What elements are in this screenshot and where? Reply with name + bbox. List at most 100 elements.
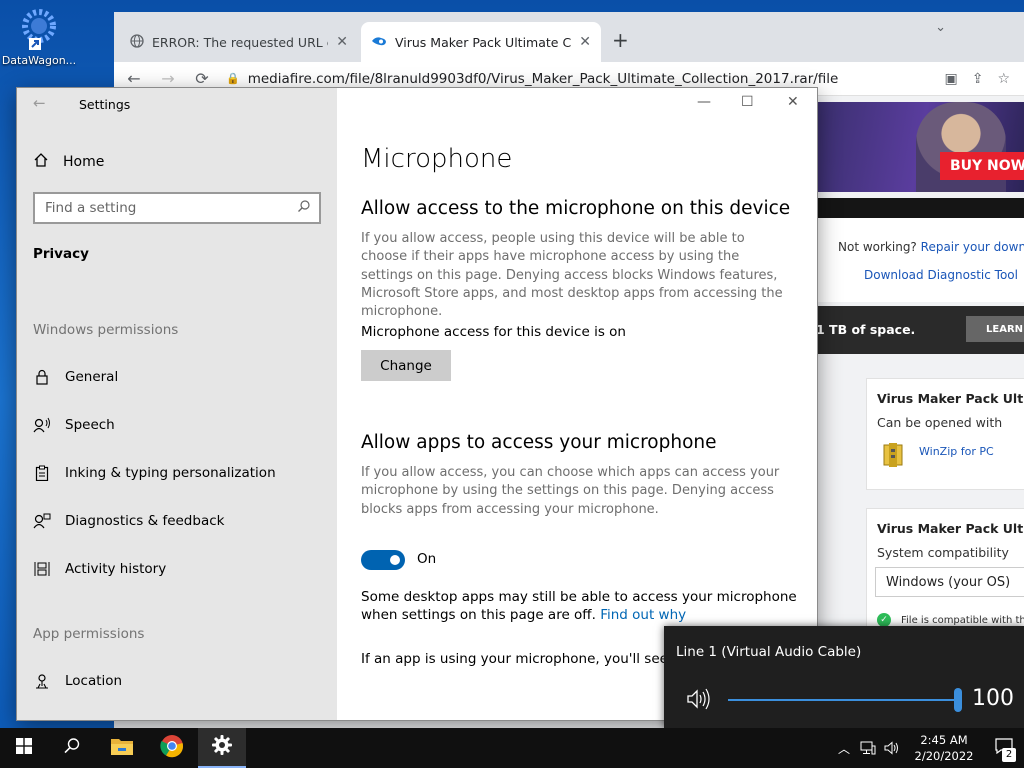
volume-tray-icon[interactable] [880, 741, 904, 755]
feedback-icon [33, 512, 51, 530]
volume-flyout: Line 1 (Virtual Audio Cable) 100 [664, 626, 1024, 728]
nav-item-inking[interactable]: Inking & typing personalization [33, 464, 276, 482]
app-permissions-heading: App permissions [33, 626, 145, 642]
location-icon [33, 672, 51, 690]
lock-icon [33, 368, 51, 386]
address-bar[interactable]: 🔒 mediafire.com/file/8lranuld9903df0/Vir… [226, 71, 930, 87]
search-icon [63, 737, 81, 759]
nav-item-diagnostics[interactable]: Diagnostics & feedback [33, 512, 224, 530]
device-access-status: Microphone access for this device is on [361, 324, 626, 340]
notification-count: 2 [1002, 748, 1016, 762]
desktop-shortcut-label: DataWagon... [1, 54, 77, 67]
nav-item-label: Diagnostics & feedback [65, 513, 225, 529]
not-working-text: Not working? [838, 240, 917, 254]
card-subtitle: Can be opened with [877, 415, 1003, 430]
repair-link[interactable]: Repair your downloa [921, 240, 1024, 254]
winzip-link[interactable]: WinZip for PC [919, 445, 994, 458]
taskbar-search[interactable] [48, 728, 96, 768]
speaker-icon[interactable] [686, 688, 712, 714]
desktop-apps-note: Some desktop apps may still be able to a… [361, 588, 801, 625]
taskbar-settings[interactable] [198, 728, 246, 768]
card-title: Virus Maker Pack Ultima [877, 521, 1024, 536]
audio-device-name: Line 1 (Virtual Audio Cable) [676, 644, 862, 660]
start-button[interactable] [0, 728, 48, 768]
storage-promo-text: 1 TB of space. [816, 322, 916, 337]
apps-access-toggle[interactable] [361, 550, 405, 570]
network-icon[interactable] [856, 741, 880, 755]
find-out-why-link[interactable]: Find out why [600, 607, 686, 623]
datawagon-icon [17, 6, 61, 50]
taskbar-file-explorer[interactable] [98, 728, 146, 768]
search-placeholder: Find a setting [45, 200, 137, 216]
clock[interactable]: 2:45 AM 2/20/2022 [904, 732, 984, 764]
buy-now-button[interactable]: BUY NOW [940, 152, 1024, 180]
blocked-popup-icon[interactable]: ▣ [944, 71, 957, 87]
lock-icon: 🔒 [226, 72, 240, 85]
volume-slider[interactable] [728, 688, 962, 712]
windows-permissions-heading: Windows permissions [33, 322, 179, 338]
find-setting-search[interactable]: Find a setting [33, 192, 321, 224]
speech-icon [33, 416, 51, 434]
forward-icon[interactable]: → [158, 69, 178, 88]
card-subtitle: System compatibility [877, 545, 1009, 560]
os-select[interactable]: Windows (your OS) [875, 567, 1024, 597]
nav-item-location[interactable]: Location [33, 672, 122, 690]
back-arrow-icon[interactable]: ← [33, 94, 46, 112]
back-icon[interactable]: ← [124, 69, 144, 88]
learn-more-button[interactable]: LEARN [966, 316, 1024, 342]
volume-slider-thumb[interactable] [954, 688, 962, 712]
taskbar-chrome[interactable] [148, 728, 196, 768]
maximize-icon[interactable]: ☐ [741, 94, 754, 110]
gear-icon [211, 734, 233, 760]
device-access-description: If you allow access, people using this d… [361, 231, 783, 320]
check-icon: ✓ [877, 613, 891, 627]
tab-error[interactable]: ERROR: The requested URL could ✕ [120, 22, 358, 62]
clipboard-icon [33, 464, 51, 482]
nav-home[interactable]: Home [33, 152, 104, 172]
tab-title: Virus Maker Pack Ultimate Collec [395, 34, 572, 50]
clock-time: 2:45 AM [920, 733, 968, 747]
close-icon[interactable]: ✕ [579, 34, 591, 50]
windows-logo-icon [16, 738, 32, 758]
nav-item-general[interactable]: General [33, 368, 118, 386]
nav-item-label: General [65, 369, 119, 385]
close-icon[interactable]: ✕ [787, 94, 799, 110]
timeline-icon [33, 560, 51, 578]
ad-banner[interactable]: BUY NOW [816, 102, 1024, 192]
home-icon [33, 152, 49, 172]
change-button[interactable]: Change [361, 350, 451, 381]
apps-access-heading: Allow apps to access your microphone [361, 432, 717, 453]
settings-sidebar: ← Settings Home Find a setting Privacy W… [17, 88, 337, 720]
nav-item-activity-history[interactable]: Activity history [33, 560, 166, 578]
section-title: Privacy [33, 246, 89, 262]
desktop-shortcut[interactable]: DataWagon... [0, 6, 78, 67]
chevron-up-icon[interactable]: ︿ [832, 740, 856, 757]
page-title: Microphone [361, 144, 513, 174]
apps-access-description: If you allow access, you can choose whic… [361, 465, 780, 517]
nav-item-label: Location [65, 673, 123, 689]
chevron-down-icon[interactable]: ⌄ [935, 20, 946, 35]
minimize-icon[interactable]: — [697, 94, 711, 110]
share-icon[interactable]: ⇪ [972, 71, 984, 87]
new-tab-icon[interactable]: + [612, 28, 629, 52]
compatibility-row: ✓ File is compatible with th [877, 613, 1024, 627]
storage-promo: 1 TB of space. LEARN [816, 306, 1024, 354]
folder-icon [110, 736, 134, 760]
diagnostic-tool-link[interactable]: Download Diagnostic Tool [864, 268, 1018, 282]
tab-strip: ERROR: The requested URL could ✕ Virus M… [114, 12, 1024, 62]
volume-value: 100 [972, 686, 1014, 711]
divider-bar [816, 198, 1024, 218]
device-access-heading: Allow access to the microphone on this d… [361, 198, 791, 219]
action-center-button[interactable]: 2 [984, 728, 1024, 768]
nav-item-speech[interactable]: Speech [33, 416, 115, 434]
tab-mediafire[interactable]: Virus Maker Pack Ultimate Collec ✕ [361, 22, 601, 62]
bookmark-star-icon[interactable]: ☆ [997, 71, 1010, 87]
note-text: Some desktop apps may still be able to a… [361, 589, 797, 624]
open-with-card: Virus Maker Pack Ultima Can be opened wi… [866, 378, 1024, 490]
window-title: Settings [79, 97, 131, 112]
close-icon[interactable]: ✕ [336, 34, 348, 50]
nav-item-label: Inking & typing personalization [65, 465, 276, 481]
system-tray: ︿ 2:45 AM 2/20/2022 2 [832, 728, 1024, 768]
compatibility-card: Virus Maker Pack Ultima System compatibi… [866, 508, 1024, 638]
reload-icon[interactable]: ⟳ [192, 69, 212, 88]
